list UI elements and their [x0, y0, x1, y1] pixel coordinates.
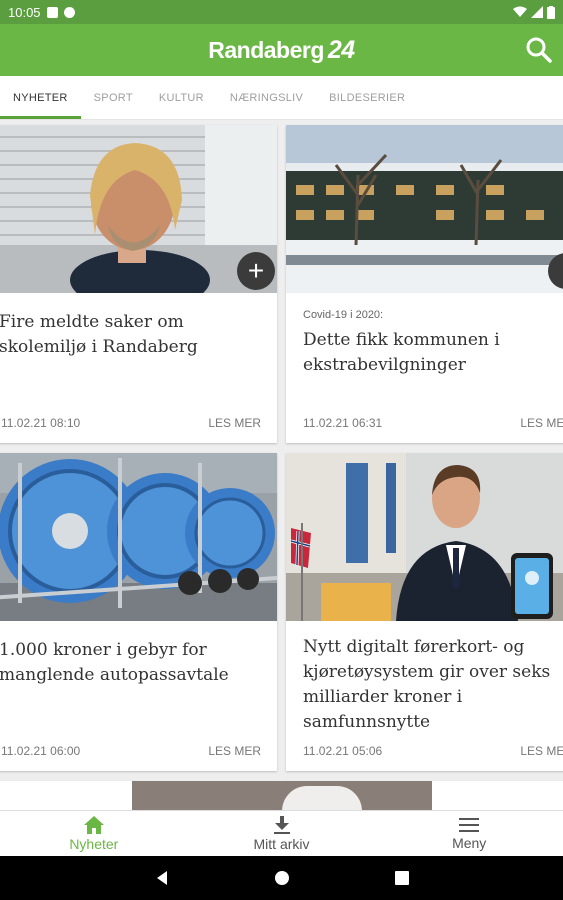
tab-nyheter[interactable]: NYHETER — [0, 75, 81, 119]
download-icon — [273, 816, 290, 834]
brand-name: Randaberg — [208, 36, 324, 63]
article-card[interactable]: + Fire meldte saker om skolemiljø i Rand… — [0, 125, 277, 443]
nav-nyheter[interactable]: Nyheter — [0, 811, 188, 856]
article-card[interactable]: 1.000 kroner i gebyr for manglende autop… — [0, 453, 277, 771]
system-navigation-bar — [0, 856, 563, 900]
menu-icon — [459, 818, 480, 832]
sync-icon — [63, 6, 75, 18]
status-bar: 10:05 — [0, 0, 563, 24]
article-title: 1.000 kroner i gebyr for manglende autop… — [0, 640, 229, 685]
article-image — [0, 453, 277, 621]
brand-number: 24 — [327, 35, 355, 64]
article-kicker: Covid-19 i 2020: — [303, 309, 384, 321]
back-icon — [156, 871, 167, 885]
battery-icon — [547, 5, 555, 19]
article-title: Fire meldte saker om skolemiljø i Randab… — [0, 312, 198, 357]
read-more-link[interactable]: LES MER — [520, 744, 563, 758]
home-circle-icon — [274, 871, 289, 885]
home-icon — [83, 816, 104, 834]
bottom-navigation: Nyheter Mitt arkiv Meny — [0, 810, 563, 856]
article-title: Dette fikk kommunen i ekstrabevilgninger — [303, 330, 500, 375]
nav-label: Mitt arkiv — [253, 836, 310, 852]
nav-meny[interactable]: Meny — [375, 811, 563, 856]
read-more-link[interactable]: LES MER — [208, 416, 261, 430]
article-date: 11.02.21 06:00 — [1, 744, 81, 758]
wifi-icon — [513, 6, 527, 17]
article-title: Nytt digitalt førerkort- og kjøretøysyst… — [303, 637, 551, 732]
recents-button[interactable] — [392, 868, 412, 888]
nav-label: Meny — [452, 835, 487, 851]
status-time: 10:05 — [8, 4, 41, 20]
article-image — [286, 125, 563, 293]
recents-icon — [394, 871, 409, 885]
article-card[interactable]: Covid-19 i 2020: Dette fikk kommunen i e… — [286, 125, 563, 443]
sim-card-icon — [46, 6, 58, 18]
back-button[interactable] — [152, 868, 172, 888]
tab-sport[interactable]: SPORT — [81, 75, 146, 119]
category-tabs: NYHETER SPORT KULTUR NÆRINGSLIV BILDESER… — [0, 76, 563, 120]
article-date: 11.02.21 05:06 — [303, 744, 383, 758]
app-logo: Randaberg 24 — [208, 35, 355, 65]
tab-bildeserier[interactable]: BILDESERIER — [316, 75, 418, 119]
signal-icon — [531, 6, 543, 18]
tab-kultur[interactable]: KULTUR — [146, 75, 217, 119]
article-image — [132, 781, 432, 810]
news-feed: + Fire meldte saker om skolemiljø i Rand… — [0, 120, 563, 810]
read-more-link[interactable]: LES MER — [520, 416, 563, 430]
article-card[interactable]: Nytt digitalt førerkort- og kjøretøysyst… — [286, 453, 563, 771]
nav-label: Nyheter — [69, 836, 119, 852]
read-more-link[interactable]: LES MER — [208, 744, 261, 758]
nav-mitt-arkiv[interactable]: Mitt arkiv — [188, 811, 376, 856]
tab-naeringsliv[interactable]: NÆRINGSLIV — [217, 75, 316, 119]
add-to-archive-button[interactable]: + — [237, 252, 275, 290]
home-button[interactable] — [272, 868, 292, 888]
app-bar: Randaberg 24 — [0, 24, 563, 76]
article-image — [0, 125, 277, 293]
article-date: 11.02.21 08:10 — [1, 416, 81, 430]
search-icon[interactable] — [525, 36, 553, 64]
article-date: 11.02.21 06:31 — [303, 416, 383, 430]
article-image — [286, 453, 563, 621]
